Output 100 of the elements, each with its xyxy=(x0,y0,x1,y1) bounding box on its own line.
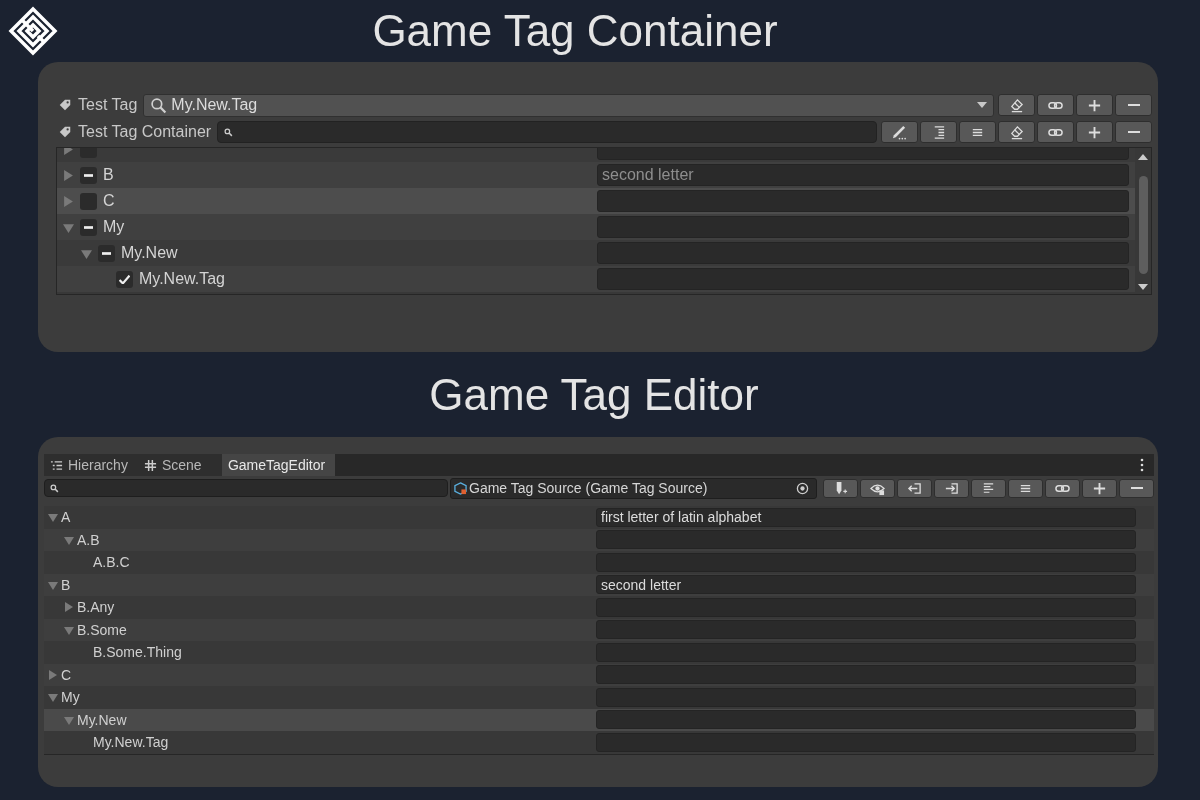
enter-button[interactable] xyxy=(934,478,969,498)
checkbox[interactable] xyxy=(80,166,97,184)
eraser-icon xyxy=(1009,97,1024,113)
hash-icon xyxy=(143,458,157,472)
tag-icon xyxy=(58,98,72,112)
expanded-arrow-icon[interactable] xyxy=(81,247,92,259)
description-field[interactable] xyxy=(596,687,1136,707)
description-field[interactable] xyxy=(597,268,1129,290)
indent-button[interactable] xyxy=(920,121,957,143)
link-button[interactable] xyxy=(1045,478,1080,498)
tag-row[interactable]: B.Any xyxy=(44,596,1154,619)
tag-row[interactable]: B.Some.Thing xyxy=(44,641,1154,664)
checkbox[interactable] xyxy=(80,192,97,210)
eraser-icon xyxy=(1009,124,1024,140)
tag-name: C xyxy=(103,192,115,210)
expanded-arrow-icon[interactable] xyxy=(64,624,74,635)
expanded-arrow-icon[interactable] xyxy=(48,692,58,703)
checkbox[interactable] xyxy=(98,244,115,262)
tag-row[interactable]: My xyxy=(57,214,1135,240)
tag-name: B.Any xyxy=(77,599,115,616)
tag-name: B xyxy=(103,166,114,184)
exit-button[interactable] xyxy=(897,478,932,498)
description-field[interactable] xyxy=(597,190,1129,212)
list-icon xyxy=(50,458,63,472)
expanded-arrow-icon[interactable] xyxy=(48,579,58,590)
tag-row[interactable]: C xyxy=(57,188,1135,214)
collapsed-arrow-icon[interactable] xyxy=(63,195,74,207)
align-left-icon xyxy=(981,480,996,496)
description-field[interactable] xyxy=(597,216,1129,238)
description-field[interactable] xyxy=(596,665,1136,685)
lines-button[interactable] xyxy=(1008,478,1043,498)
minus-icon xyxy=(1129,487,1144,489)
collapsed-arrow-icon[interactable] xyxy=(48,669,58,680)
pencil-icon xyxy=(892,124,907,140)
description-field[interactable]: second letter xyxy=(597,164,1129,186)
tag-row[interactable]: My.New xyxy=(44,708,1154,731)
plus-button[interactable] xyxy=(1076,121,1113,143)
search-icon xyxy=(150,96,168,114)
tag-name: My xyxy=(103,218,125,236)
description-field[interactable] xyxy=(596,620,1136,640)
expanded-arrow-icon[interactable] xyxy=(48,512,58,523)
description-field[interactable] xyxy=(596,597,1136,617)
minus-button[interactable] xyxy=(1119,478,1154,498)
minus-icon xyxy=(1126,104,1141,106)
checkbox[interactable] xyxy=(116,270,133,288)
plus-icon xyxy=(1092,480,1107,496)
tag-name: A.B xyxy=(77,531,100,548)
marker-button[interactable] xyxy=(823,478,858,498)
more-icon[interactable] xyxy=(1140,458,1144,472)
lines-button[interactable] xyxy=(959,121,996,143)
tag-name: B.Some.Thing xyxy=(93,644,182,661)
minus-icon xyxy=(1126,131,1141,133)
tag-row[interactable]: My.New.Tag xyxy=(57,266,1135,292)
link-button[interactable] xyxy=(1037,94,1074,116)
description-field[interactable]: second letter xyxy=(596,575,1136,595)
tag-name: My.New xyxy=(77,711,127,728)
tag-row[interactable]: A first letter of latin alphabet xyxy=(44,506,1154,529)
description-field[interactable] xyxy=(596,710,1136,730)
window-tab[interactable]: GameTagEditor xyxy=(221,454,336,476)
align-button[interactable] xyxy=(971,478,1006,498)
eraser-button[interactable] xyxy=(998,121,1035,143)
minus-button[interactable] xyxy=(1115,94,1152,116)
section-title: Game Tag Container xyxy=(372,6,779,56)
window-tab[interactable]: Scene xyxy=(137,454,222,476)
search-field[interactable] xyxy=(217,121,877,143)
description-field[interactable] xyxy=(596,530,1136,550)
tag-name: My.New.Tag xyxy=(139,270,225,288)
scroll-up-icon[interactable] xyxy=(1138,154,1148,160)
tag-icon xyxy=(58,125,72,139)
collapsed-arrow-icon[interactable] xyxy=(63,169,74,181)
tag-row[interactable]: B second letter xyxy=(57,162,1135,188)
expanded-arrow-icon[interactable] xyxy=(64,714,74,725)
tag-name: C xyxy=(61,666,72,683)
description-field[interactable] xyxy=(596,642,1136,662)
tag-name: My.New xyxy=(121,244,178,262)
window-tab[interactable]: Hierarchy xyxy=(44,454,138,476)
minus-button[interactable] xyxy=(1115,121,1152,143)
expanded-arrow-icon[interactable] xyxy=(64,534,74,545)
tag-row[interactable]: A.B.C xyxy=(44,551,1154,574)
link-button[interactable] xyxy=(1037,121,1074,143)
caret-icon xyxy=(977,102,987,108)
search-field[interactable] xyxy=(44,479,448,497)
picker-icon[interactable] xyxy=(796,481,809,495)
eraser-button[interactable] xyxy=(998,94,1035,116)
pencil-button[interactable] xyxy=(881,121,918,143)
description-field[interactable]: first letter of latin alphabet xyxy=(596,507,1136,527)
checkbox[interactable] xyxy=(80,218,97,236)
plus-button[interactable] xyxy=(1076,94,1113,116)
scroll-down-icon[interactable] xyxy=(1138,284,1148,290)
plus-button[interactable] xyxy=(1082,478,1117,498)
collapsed-arrow-icon[interactable] xyxy=(64,602,74,613)
tag-dropdown[interactable]: My.New.Tag xyxy=(143,93,994,117)
expanded-arrow-icon[interactable] xyxy=(63,221,74,233)
description-field[interactable] xyxy=(596,552,1136,572)
tag-row[interactable]: My.New.Tag xyxy=(44,731,1154,754)
description-field[interactable] xyxy=(596,732,1136,752)
object-field[interactable]: Game Tag Source (Game Tag Source) xyxy=(450,477,817,499)
tag-row[interactable]: My xyxy=(44,686,1154,709)
eye-button[interactable] xyxy=(860,478,895,498)
tag-name: My xyxy=(61,689,80,706)
